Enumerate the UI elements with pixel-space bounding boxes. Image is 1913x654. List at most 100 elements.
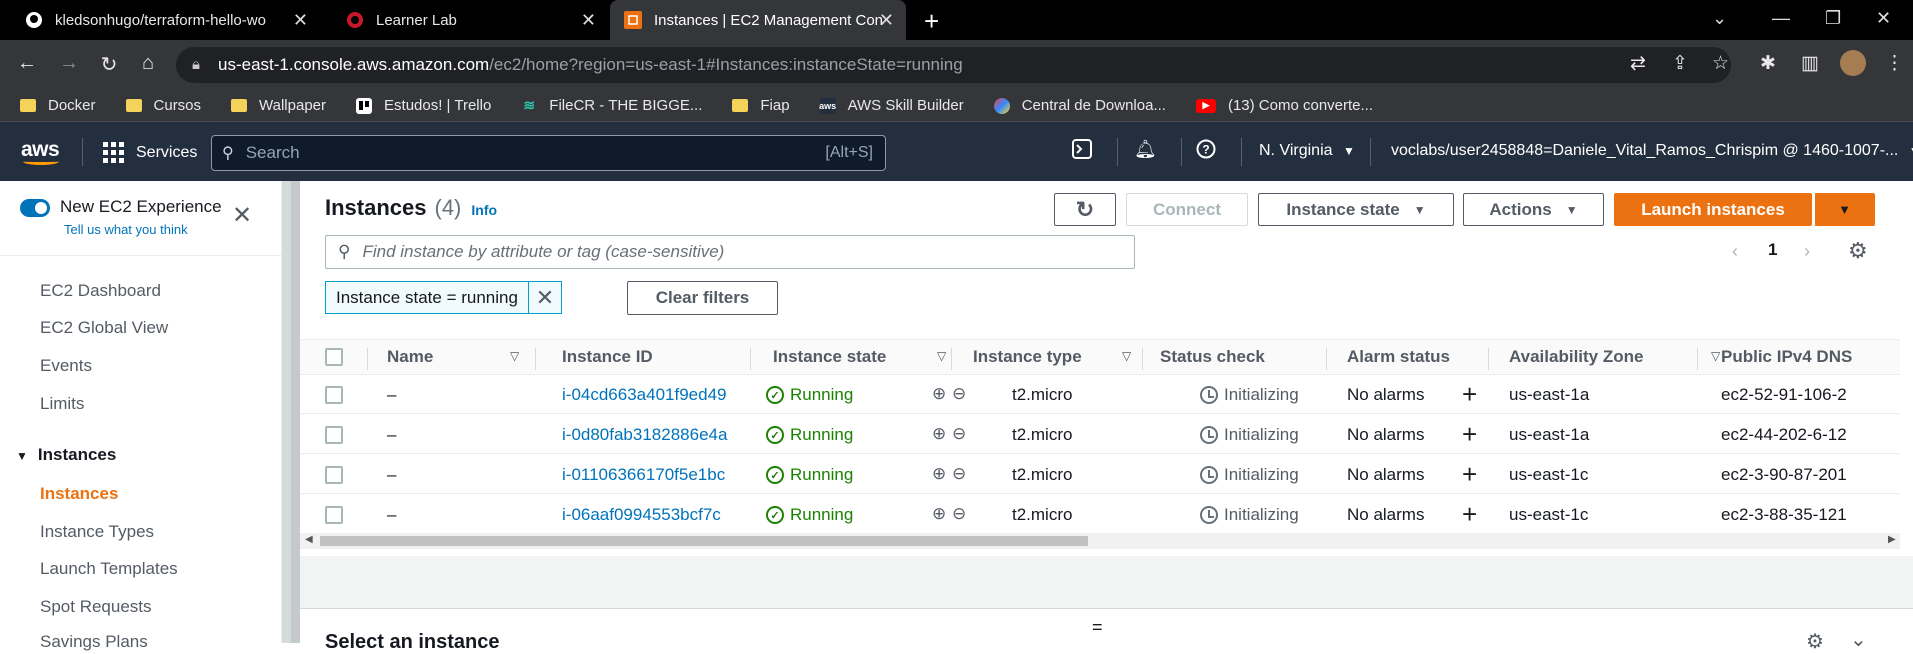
column-instance-type[interactable]: Instance type [973,347,1082,367]
bookmark-filecr[interactable]: ≋ FileCR - THE BIGGE... [521,97,702,114]
caret-down-icon[interactable]: ▽ [937,349,946,363]
row-checkbox[interactable] [325,506,343,524]
add-alarm-icon[interactable]: + [1462,499,1477,530]
scroll-left-icon[interactable]: ◀ [305,534,313,545]
sidebar-item-global-view[interactable]: EC2 Global View [40,318,168,338]
close-icon[interactable]: ✕ [581,11,596,29]
region-selector[interactable]: N. Virginia ▼ [1259,142,1355,160]
caret-down-icon[interactable]: ▽ [1711,349,1720,363]
sidebar-item-savings-plans[interactable]: Savings Plans [40,632,148,652]
tab-search-icon[interactable]: ⌄ [1712,8,1727,29]
add-alarm-icon[interactable]: + [1462,379,1477,410]
instance-id-link[interactable]: i-0d80fab3182886e4a [562,425,727,445]
aws-logo[interactable]: aws [21,138,60,165]
bookmark-docker[interactable]: Docker [20,97,96,114]
caret-down-icon[interactable]: ▽ [1122,349,1131,363]
sidebar-item-events[interactable]: Events [40,356,92,376]
scrollbar-thumb[interactable] [320,536,1088,546]
back-icon[interactable]: ← [14,52,40,75]
zoom-out-icon[interactable]: ⊖ [952,384,966,404]
instance-state-button[interactable]: Instance state ▼ [1258,193,1454,226]
zoom-out-icon[interactable]: ⊖ [952,464,966,484]
sidebar-scrollbar[interactable] [282,181,300,643]
new-tab-icon[interactable]: + [924,6,939,37]
column-instance-id[interactable]: Instance ID [562,347,653,367]
row-checkbox[interactable] [325,426,343,444]
instance-id-link[interactable]: i-06aaf0994553bcf7c [562,505,721,525]
sidebar-item-ec2-dashboard[interactable]: EC2 Dashboard [40,281,161,301]
forward-icon[interactable]: → [56,52,82,75]
caret-down-icon[interactable]: ▽ [510,349,519,363]
sidebar-section-instances[interactable]: ▼ Instances [16,445,116,465]
column-status-check[interactable]: Status check [1160,347,1265,367]
profile-avatar[interactable] [1840,50,1866,76]
menu-icon[interactable]: ⋮ [1885,52,1904,75]
filter-token[interactable]: Instance state = running ✕ [325,281,562,314]
clear-filters-button[interactable]: Clear filters [627,281,778,315]
bookmark-trello[interactable]: Estudos! | Trello [356,97,491,114]
table-row[interactable]: – i-04cd663a401f9ed49 ✓ Running ⊕ ⊖ t2.mi… [300,375,1900,414]
tab-github[interactable]: kledsonhugo/terraform-hello-wo ✕ [0,0,320,40]
collapse-icon[interactable]: ⌄ [1850,627,1867,652]
instance-id-link[interactable]: i-01106366170f5e1bc [562,465,725,485]
zoom-in-icon[interactable]: ⊕ [932,384,946,404]
sidebar-item-launch-templates[interactable]: Launch Templates [40,559,178,579]
zoom-out-icon[interactable]: ⊖ [952,504,966,524]
launch-instances-button[interactable]: Launch instances [1614,193,1812,226]
column-public-dns[interactable]: Public IPv4 DNS [1721,347,1852,367]
home-icon[interactable]: ⌂ [135,52,161,75]
reload-icon[interactable]: ↻ [96,52,122,77]
help-icon[interactable]: ? [1196,139,1216,164]
close-icon[interactable]: ✕ [879,11,894,29]
page-number[interactable]: 1 [1768,240,1777,260]
bookmark-fiap[interactable]: Fiap [732,97,790,114]
cloudshell-icon[interactable] [1072,139,1092,164]
restore-icon[interactable]: ❐ [1825,8,1841,29]
account-menu[interactable]: voclabs/user2458848=Daniele_Vital_Ramos_… [1391,142,1913,160]
gear-icon[interactable]: ⚙ [1848,238,1868,264]
tab-learner-lab[interactable]: Learner Lab ✕ [322,0,608,40]
bookmark-aws-skill-builder[interactable]: aws AWS Skill Builder [819,97,964,114]
close-icon[interactable]: ✕ [529,285,561,311]
sidebar-item-limits[interactable]: Limits [40,394,84,414]
zoom-in-icon[interactable]: ⊕ [932,504,946,524]
row-checkbox[interactable] [325,466,343,484]
add-alarm-icon[interactable]: + [1462,459,1477,490]
add-alarm-icon[interactable]: + [1462,419,1477,450]
zoom-in-icon[interactable]: ⊕ [932,424,946,444]
sidebar-item-spot-requests[interactable]: Spot Requests [40,597,152,617]
extensions-icon[interactable]: ✱ [1760,52,1776,75]
minimize-icon[interactable]: — [1772,8,1790,29]
side-panel-icon[interactable]: ▥ [1801,52,1819,75]
scroll-right-icon[interactable]: ▶ [1888,534,1896,545]
tab-ec2-instances[interactable]: Instances | EC2 Management Con ✕ [610,0,906,40]
bell-icon[interactable]: 🔔︎ [1134,139,1157,160]
bookmark-youtube[interactable]: ▶ (13) Como converte... [1195,97,1373,114]
column-alarm-status[interactable]: Alarm status [1347,347,1450,367]
gear-icon[interactable]: ⚙ [1806,629,1824,654]
new-experience-toggle[interactable] [20,199,50,217]
panel-resize-handle[interactable]: = [1092,617,1103,638]
services-menu[interactable]: Services [103,142,197,163]
zoom-in-icon[interactable]: ⊕ [932,464,946,484]
connect-button[interactable]: Connect [1126,193,1248,226]
sidebar-item-instances[interactable]: Instances [40,484,118,504]
aws-search-input[interactable]: ⚲ Search [Alt+S] [211,135,886,171]
close-icon[interactable]: ✕ [232,201,252,230]
select-all-checkbox[interactable] [325,348,343,366]
instance-id-link[interactable]: i-04cd663a401f9ed49 [562,385,726,405]
row-checkbox[interactable] [325,386,343,404]
address-bar[interactable]: 🔒︎ us-east-1.console.aws.amazon.com/ec2/… [176,47,1731,83]
refresh-button[interactable]: ↻ [1054,193,1116,226]
bookmark-star-icon[interactable]: ☆ [1712,52,1729,75]
close-icon[interactable]: ✕ [293,11,308,29]
table-row[interactable]: – i-01106366170f5e1bc ✓ Running ⊕ ⊖ t2.mi… [300,455,1900,494]
bookmark-cursos[interactable]: Cursos [125,97,201,114]
zoom-out-icon[interactable]: ⊖ [952,424,966,444]
column-instance-state[interactable]: Instance state [773,347,886,367]
info-link[interactable]: Info [471,202,497,218]
sidebar-item-instance-types[interactable]: Instance Types [40,522,154,542]
horizontal-scrollbar[interactable]: ◀ ▶ [300,533,1900,549]
table-row[interactable]: – i-06aaf0994553bcf7c ✓ Running ⊕ ⊖ t2.mi… [300,495,1900,534]
previous-page-icon[interactable]: ‹ [1732,241,1738,262]
